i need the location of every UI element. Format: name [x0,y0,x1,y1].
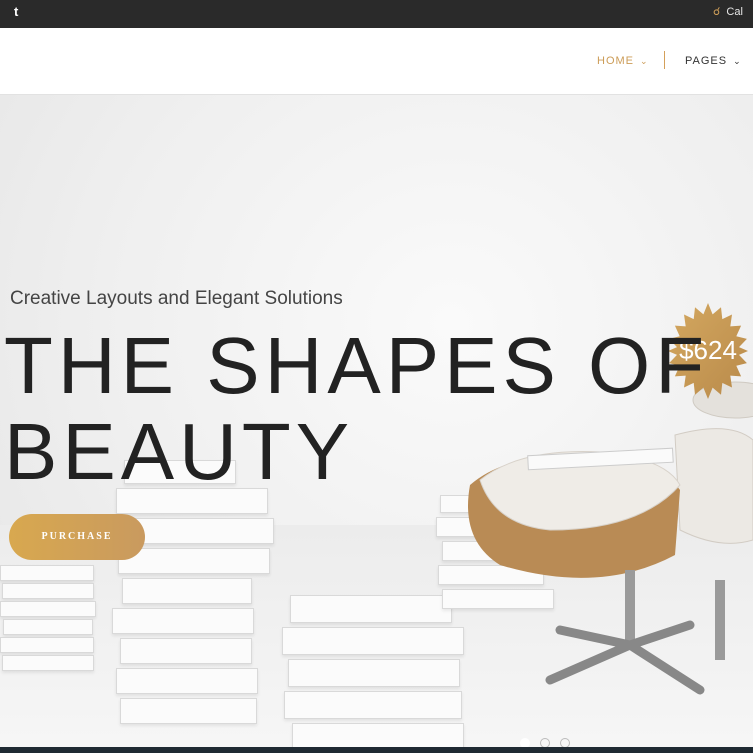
slide-dot-1[interactable] [520,738,530,747]
hero-slider: $624 Creative Layouts and Elegant Soluti… [0,95,753,747]
bottom-bar [0,747,753,753]
hero-headline-line2: BEAUTY [4,407,355,496]
book-stack-left [0,565,100,747]
site-header: HOME ⌄ PAGES ⌄ [0,28,753,95]
chevron-down-icon: ⌄ [733,56,742,66]
purchase-button[interactable]: PURCHASE [9,514,145,560]
hero-subtitle: Creative Layouts and Elegant Solutions [10,288,343,309]
hero-headline-line1: THE SHAPES OF [4,321,710,410]
nav-pages[interactable]: PAGES ⌄ [685,55,742,67]
nav-pages-label: PAGES [685,55,728,67]
slide-dot-3[interactable] [560,738,570,747]
nav-home[interactable]: HOME ⌄ [597,55,649,67]
book-stack-center [110,460,280,747]
call-info[interactable]: ☌ Cal [713,5,743,18]
nav-home-label: HOME [597,55,634,67]
tumblr-icon[interactable]: t [14,4,18,19]
chevron-down-icon: ⌄ [640,56,649,66]
nav-divider [664,51,665,69]
slide-dot-2[interactable] [540,738,550,747]
slider-pagination [520,735,580,747]
headset-icon: ☌ [713,6,721,18]
top-bar: t ☌ Cal [0,0,753,28]
call-text: Cal [726,6,743,18]
hero-headline: THE SHAPES OF BEAUTY [4,323,709,495]
